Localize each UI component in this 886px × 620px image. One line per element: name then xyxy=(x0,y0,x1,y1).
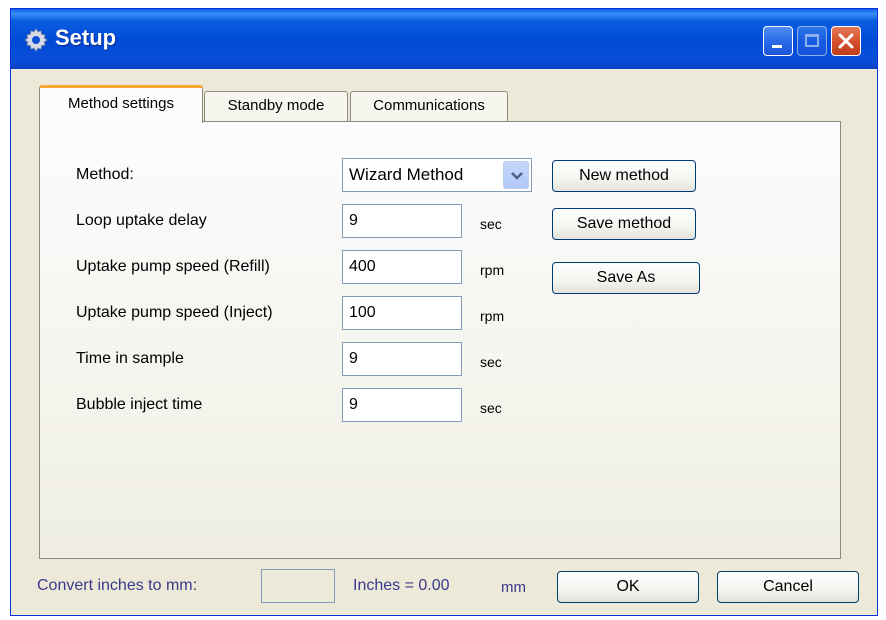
tab-label: Standby mode xyxy=(227,97,325,114)
loop-uptake-delay-input[interactable] xyxy=(342,204,462,238)
bubble-inject-time-label: Bubble inject time xyxy=(76,396,203,413)
time-in-sample-unit: sec xyxy=(480,354,502,370)
tab-standby-mode[interactable]: Standby mode xyxy=(204,91,348,121)
minimize-button[interactable] xyxy=(763,26,793,56)
inches-equals-text: Inches = 0.00 xyxy=(353,577,450,594)
chevron-down-icon xyxy=(511,172,523,180)
inject-speed-unit: rpm xyxy=(480,308,505,324)
tab-label: Method settings xyxy=(68,95,174,112)
convert-inches-input[interactable] xyxy=(261,569,335,603)
new-method-button[interactable]: New method xyxy=(552,160,696,192)
loop-uptake-delay-label: Loop uptake delay xyxy=(76,212,207,229)
refill-speed-input[interactable] xyxy=(342,250,462,284)
inject-speed-input[interactable] xyxy=(342,296,462,330)
cancel-button[interactable]: Cancel xyxy=(717,571,859,603)
close-button[interactable] xyxy=(831,26,861,56)
method-label: Method: xyxy=(76,166,134,183)
save-as-button[interactable]: Save As xyxy=(552,262,700,294)
method-dropdown-button[interactable] xyxy=(503,161,529,189)
setup-window: Setup Method settings Standby mode Commu… xyxy=(10,8,878,616)
save-method-button[interactable]: Save method xyxy=(552,208,696,240)
refill-speed-unit: rpm xyxy=(480,262,505,278)
window-title: Setup xyxy=(55,25,117,50)
loop-uptake-delay-unit: sec xyxy=(480,216,502,232)
bubble-inject-time-unit: sec xyxy=(480,400,502,416)
refill-speed-label: Uptake pump speed (Refill) xyxy=(76,258,270,275)
method-settings-panel: Method: Wizard Method New method Loop up… xyxy=(39,121,841,559)
maximize-button[interactable] xyxy=(797,26,827,56)
tab-communications[interactable]: Communications xyxy=(350,91,508,121)
gear-icon xyxy=(23,27,49,53)
method-select-value: Wizard Method xyxy=(349,165,464,184)
method-select[interactable]: Wizard Method xyxy=(342,158,532,192)
convert-label: Convert inches to mm: xyxy=(37,577,198,594)
time-in-sample-input[interactable] xyxy=(342,342,462,376)
title-bar[interactable]: Setup xyxy=(11,9,877,69)
time-in-sample-label: Time in sample xyxy=(76,350,184,367)
bubble-inject-time-input[interactable] xyxy=(342,388,462,422)
mm-unit-label: mm xyxy=(501,579,526,596)
inject-speed-label: Uptake pump speed (Inject) xyxy=(76,304,273,321)
tab-label: Communications xyxy=(373,97,485,114)
tab-method-settings[interactable]: Method settings xyxy=(39,85,203,123)
ok-button[interactable]: OK xyxy=(557,571,699,603)
